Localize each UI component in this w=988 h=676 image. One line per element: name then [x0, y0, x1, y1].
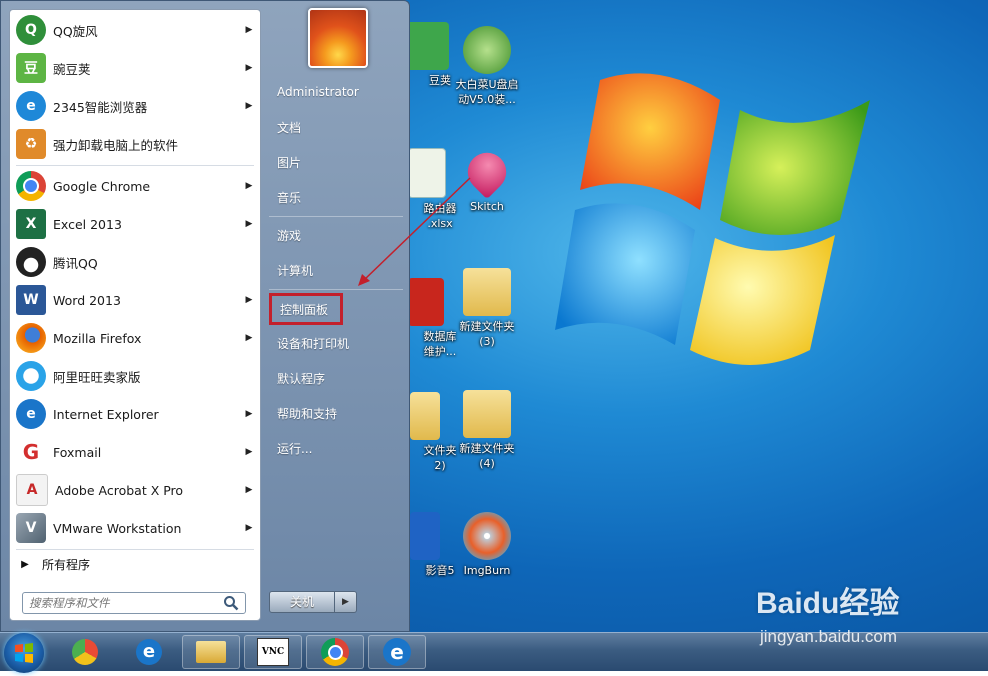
- shutdown-control: 关机 ▶: [269, 591, 357, 613]
- aliwangwang-icon: [16, 361, 46, 391]
- search-box[interactable]: [22, 592, 246, 614]
- program-item[interactable]: e Internet Explorer ▶: [14, 396, 258, 432]
- chrome-taskbar-icon[interactable]: [306, 635, 364, 669]
- uninstall-icon: ♻: [16, 129, 46, 159]
- submenu-arrow-icon: ▶: [245, 219, 253, 229]
- dabaicai-icon: [463, 26, 511, 74]
- taskbar: e VNC e jingyan.baidu.com: [0, 627, 988, 673]
- program-item[interactable]: Q QQ旋风 ▶: [14, 12, 258, 48]
- submenu-arrow-icon: ▶: [245, 63, 253, 73]
- vnc-logo: VNC: [257, 638, 289, 666]
- desktop-icon[interactable]: Skitch: [448, 144, 526, 214]
- windows-logo-wallpaper: [555, 73, 870, 365]
- qq-whirlwind-icon: Q: [16, 15, 46, 45]
- right-item-run[interactable]: 运行...: [269, 433, 403, 463]
- desktop-icon[interactable]: 大白菜U盘启 动V5.0装...: [448, 26, 526, 107]
- search-input[interactable]: [29, 594, 217, 612]
- user-avatar[interactable]: [308, 8, 368, 68]
- submenu-arrow-icon: ▶: [245, 333, 253, 343]
- program-item[interactable]: 阿里旺旺卖家版: [14, 358, 258, 394]
- program-item[interactable]: Mozilla Firefox ▶: [14, 320, 258, 356]
- qq-penguin-icon: [16, 247, 46, 277]
- explorer-folder-icon[interactable]: [182, 635, 240, 669]
- 360-logo: [72, 639, 98, 665]
- acrobat-icon: A: [16, 474, 48, 506]
- separator: [269, 216, 403, 217]
- skitch-heart-icon: [459, 144, 515, 200]
- right-item-devices-printers[interactable]: 设备和打印机: [269, 328, 403, 358]
- folder-icon: [410, 392, 440, 440]
- shutdown-options-arrow-icon[interactable]: ▶: [335, 591, 357, 613]
- windows-flag-icon: [15, 643, 33, 663]
- firefox-icon: [16, 323, 46, 353]
- right-arrow-icon: ▶: [21, 558, 29, 570]
- search-icon[interactable]: [223, 595, 239, 611]
- program-item[interactable]: W Word 2013 ▶: [14, 282, 258, 318]
- start-menu: Q QQ旋风 ▶ 豆 豌豆荚 ▶ e 2345智能浏览器 ▶ ♻ 强力卸载电脑上…: [0, 0, 410, 632]
- program-item[interactable]: X Excel 2013 ▶: [14, 206, 258, 242]
- folder-icon: [463, 268, 511, 316]
- submenu-arrow-icon: ▶: [245, 409, 253, 419]
- vnc-icon[interactable]: VNC: [244, 635, 302, 669]
- 360-icon[interactable]: [56, 635, 114, 669]
- folder-logo: [196, 641, 226, 663]
- foxmail-icon: G: [16, 437, 46, 467]
- right-item-games[interactable]: 游戏: [269, 220, 403, 250]
- baidu-watermark-url: jingyan.baidu.com: [760, 627, 898, 646]
- programs-pane: Q QQ旋风 ▶ 豆 豌豆荚 ▶ e 2345智能浏览器 ▶ ♻ 强力卸载电脑上…: [9, 9, 261, 621]
- separator: [269, 289, 403, 290]
- program-item[interactable]: ♻ 强力卸载电脑上的软件: [14, 126, 258, 162]
- baidu-watermark-logo: Baidu经验: [756, 587, 900, 620]
- right-item-control-panel[interactable]: 控制面板: [269, 293, 343, 325]
- separator: [16, 165, 254, 166]
- program-item[interactable]: 豆 豌豆荚 ▶: [14, 50, 258, 86]
- desktop-icon[interactable]: ImgBurn: [448, 512, 526, 578]
- program-item[interactable]: G Foxmail ▶: [14, 434, 258, 470]
- start-orb[interactable]: [4, 633, 44, 673]
- right-item-administrator[interactable]: Administrator: [269, 77, 403, 107]
- chrome-logo: [321, 638, 349, 666]
- wandoujia-icon: 豆: [16, 53, 46, 83]
- submenu-arrow-icon: ▶: [245, 25, 253, 35]
- 2345-browser-icon: e: [16, 91, 46, 121]
- program-item[interactable]: Google Chrome ▶: [14, 168, 258, 204]
- right-item-music[interactable]: 音乐: [269, 182, 403, 212]
- ie-taskbar-icon[interactable]: e: [120, 635, 178, 669]
- ie-logo: e: [383, 638, 411, 666]
- program-item[interactable]: 腾讯QQ: [14, 244, 258, 280]
- folder-icon: [463, 390, 511, 438]
- excel-icon: X: [16, 209, 46, 239]
- submenu-arrow-icon: ▶: [245, 523, 253, 533]
- right-item-default-programs[interactable]: 默认程序: [269, 363, 403, 393]
- chrome-icon: [16, 171, 46, 201]
- ie-taskbar-icon-2[interactable]: e: [368, 635, 426, 669]
- shutdown-button[interactable]: 关机: [269, 591, 335, 613]
- ppt-file-icon: [408, 278, 444, 326]
- program-item[interactable]: e 2345智能浏览器 ▶: [14, 88, 258, 124]
- xlsx-file-icon: [408, 148, 446, 198]
- desktop-icon[interactable]: 新建文件夹 (4): [448, 390, 526, 471]
- right-item-computer[interactable]: 计算机: [269, 255, 403, 285]
- all-programs-button[interactable]: ▶ 所有程序: [14, 552, 258, 576]
- right-item-pictures[interactable]: 图片: [269, 147, 403, 177]
- separator: [16, 549, 254, 550]
- ie-icon: e: [16, 399, 46, 429]
- right-item-help-support[interactable]: 帮助和支持: [269, 398, 403, 428]
- vmware-icon: V: [16, 513, 46, 543]
- program-item[interactable]: A Adobe Acrobat X Pro ▶: [14, 472, 258, 508]
- program-item[interactable]: V VMware Workstation ▶: [14, 510, 258, 546]
- submenu-arrow-icon: ▶: [245, 295, 253, 305]
- submenu-arrow-icon: ▶: [245, 181, 253, 191]
- submenu-arrow-icon: ▶: [245, 101, 253, 111]
- submenu-arrow-icon: ▶: [245, 485, 253, 495]
- right-item-documents[interactable]: 文档: [269, 112, 403, 142]
- imgburn-icon: [463, 512, 511, 560]
- word-icon: W: [16, 285, 46, 315]
- desktop-icon[interactable]: 新建文件夹 (3): [448, 268, 526, 349]
- submenu-arrow-icon: ▶: [245, 447, 253, 457]
- media-player-icon: [410, 512, 440, 560]
- ie-logo: e: [136, 639, 162, 665]
